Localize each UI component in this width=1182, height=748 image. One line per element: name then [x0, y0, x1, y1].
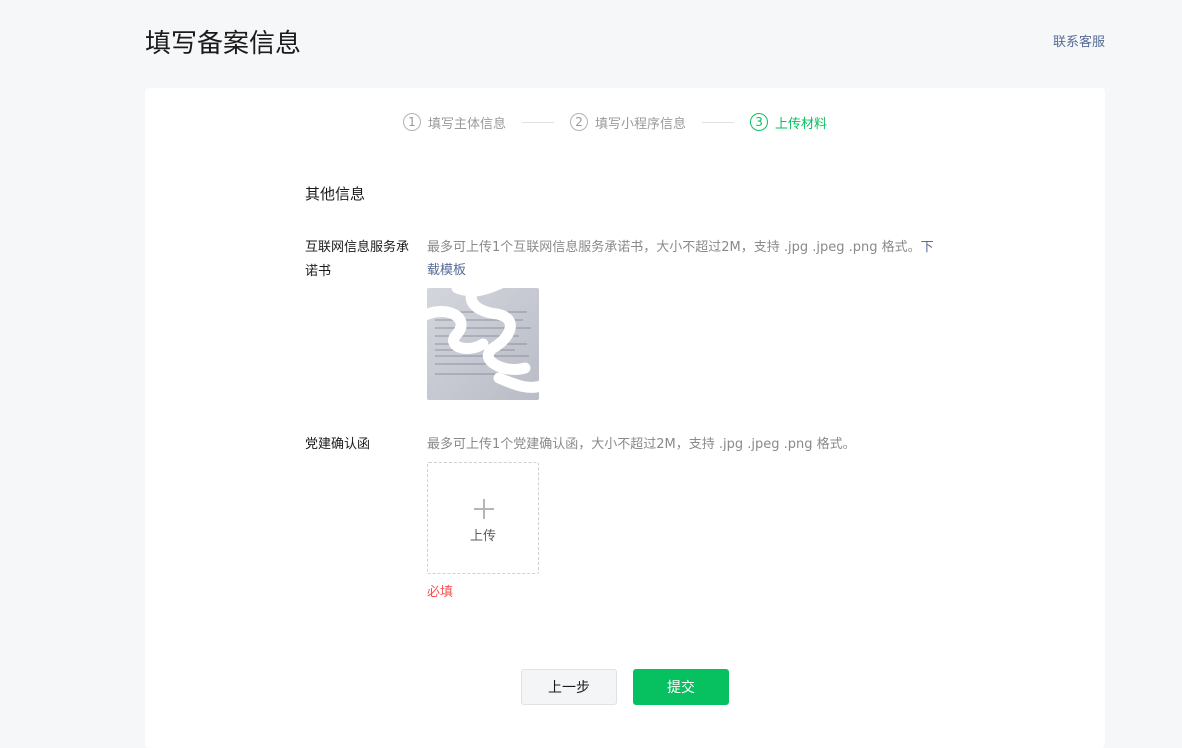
- field-label-party-confirmation: 党建确认函: [305, 437, 371, 452]
- upload-label: 上传: [469, 529, 496, 544]
- field-hint: 最多可上传1个互联网信息服务承诺书，大小不超过2M，支持 .jpg .jpeg …: [427, 236, 937, 282]
- upload-button[interactable]: 上传: [427, 462, 539, 574]
- required-error-text: 必填: [427, 585, 454, 600]
- field-party-confirmation: 最多可上传1个党建确认函，大小不超过2M，支持 .jpg .jpeg .png …: [427, 433, 937, 602]
- step-1-number: 1: [403, 113, 421, 131]
- step-3-number: 3: [750, 113, 769, 131]
- step-3: 3 上传材料: [750, 113, 827, 132]
- document-thumbnail-icon: [427, 288, 539, 400]
- form-card: 1 填写主体信息 2 填写小程序信息 3 上传材料 其他信息 互联网信息服务承诺…: [145, 88, 1105, 748]
- step-2-number: 2: [570, 113, 589, 131]
- step-indicator: 1 填写主体信息 2 填写小程序信息 3 上传材料: [403, 112, 827, 132]
- step-1: 1 填写主体信息: [403, 113, 506, 132]
- section-title: 其他信息: [305, 185, 366, 203]
- step-3-label: 上传材料: [775, 116, 828, 132]
- plus-icon: [474, 499, 494, 519]
- previous-step-button[interactable]: 上一步: [521, 669, 617, 705]
- field-hint-text: 最多可上传1个互联网信息服务承诺书，大小不超过2M，支持 .jpg .jpeg …: [427, 240, 921, 255]
- page-title: 填写备案信息: [145, 29, 302, 59]
- step-2-label: 填写小程序信息: [595, 116, 687, 132]
- field-hint: 最多可上传1个党建确认函，大小不超过2M，支持 .jpg .jpeg .png …: [427, 437, 856, 452]
- step-2: 2 填写小程序信息: [570, 113, 686, 132]
- field-commitment-letter: 最多可上传1个互联网信息服务承诺书，大小不超过2M，支持 .jpg .jpeg …: [427, 236, 937, 400]
- step-divider: [522, 121, 555, 123]
- step-1-label: 填写主体信息: [428, 116, 507, 132]
- contact-support-link[interactable]: 联系客服: [1053, 34, 1105, 52]
- submit-button[interactable]: 提交: [633, 669, 729, 705]
- field-label-commitment-letter: 互联网信息服务承诺书: [305, 240, 410, 279]
- uploaded-document-thumbnail[interactable]: [427, 288, 539, 400]
- step-divider: [702, 121, 735, 123]
